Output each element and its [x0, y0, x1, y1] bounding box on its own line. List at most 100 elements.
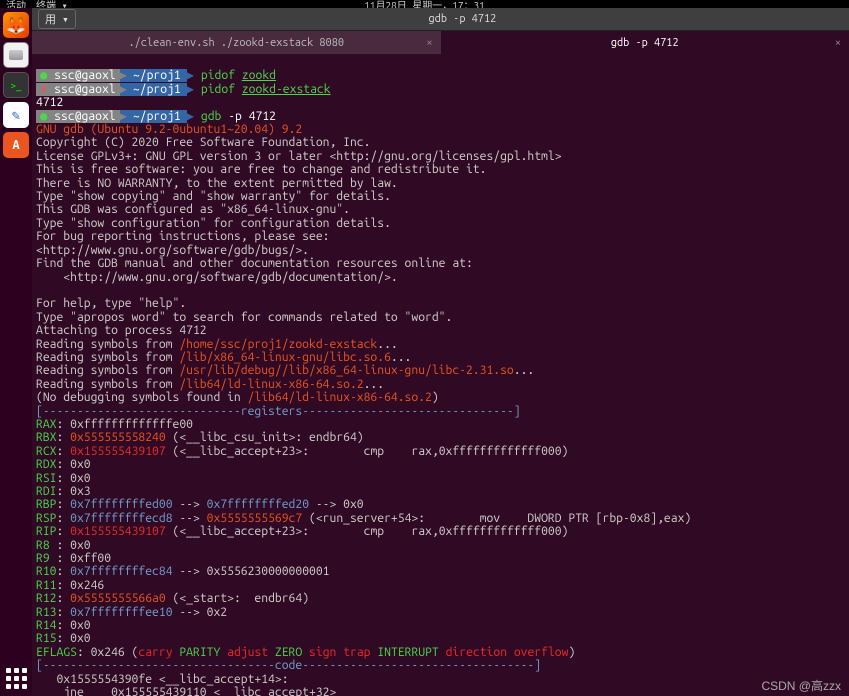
reg-value: : 0xfffffffffffffe00 [56, 418, 193, 431]
symbol-path: /lib64/ld-linux-x86-64.so.2 [248, 391, 432, 404]
prompt-user: ssc@gaoxl [54, 110, 115, 123]
section-header-code: [----------------------------------code-… [36, 659, 541, 672]
reg-tail: (<__libc_accept+23>: cmp rax,0xfffffffff… [166, 525, 569, 538]
reg-name: R13 [36, 606, 56, 619]
symbol-path: /lib/x86_64-linux-gnu/libc.so.6 [179, 351, 391, 364]
gdb-output: (No debugging symbols found in [36, 391, 248, 404]
ubuntu-dock: 🦊 >_ ✎ A [0, 8, 32, 696]
prompt-path: ~/proj1 [127, 69, 187, 82]
terminal-content[interactable]: ● ssc@gaoxl▶~/proj1▶ pidof zookd ✗ ssc@g… [32, 54, 849, 696]
reg-name: RBX [36, 431, 56, 444]
gdb-output: Type "apropos word" to search for comman… [36, 311, 452, 324]
reg-tail: --> 0x5556230000000001 [173, 565, 330, 578]
reg-name: EFLAGS [36, 646, 77, 659]
reg-value: : 0x246 [56, 579, 104, 592]
gdb-output: Type "show configuration" for configurat… [36, 217, 391, 230]
terminal-tab-1[interactable]: ./clean-env.sh ./zookd-exstack 8080 × [32, 30, 441, 54]
gdb-output: <http://www.gnu.org/software/gdb/bugs/>. [36, 244, 309, 257]
symbol-path: /lib64/ld-linux-x86-64.so.2 [179, 378, 363, 391]
command: pidof [201, 83, 235, 96]
reg-name: R10 [36, 565, 56, 578]
reg-name: RCX [36, 445, 56, 458]
files-icon[interactable] [3, 42, 29, 68]
reg-name: RBP [36, 498, 56, 511]
watermark: CSDN @高zzx [761, 677, 841, 694]
gdb-output: This GDB was configured as "x86_64-linux… [36, 203, 350, 216]
gdb-output: Attaching to process 4712 [36, 324, 207, 337]
window-title-bar: 用 ▾ gdb -p 4712 [32, 8, 849, 30]
gdb-output: Copyright (C) 2020 Free Software Foundat… [36, 136, 370, 149]
reg-name: RAX [36, 418, 56, 431]
reg-name: RIP [36, 525, 56, 538]
reg-tail: (<__libc_csu_init>: endbr64) [166, 431, 364, 444]
reg-addr: 0x7ffffffffed20 [207, 498, 309, 511]
firefox-icon[interactable]: 🦊 [3, 12, 29, 38]
terminal-tab-2[interactable]: gdb -p 4712 × [441, 30, 849, 54]
reg-addr: 0x7ffffffffee10 [70, 606, 172, 619]
gdb-output: Reading symbols from [36, 364, 179, 377]
symbol-path: /usr/lib/debug//lib/x86_64-linux-gnu/lib… [179, 364, 513, 377]
reg-name: RDX [36, 458, 56, 471]
terminal-icon[interactable]: >_ [3, 72, 29, 98]
reg-addr: 0x5555555566a0 [70, 592, 166, 605]
prompt-user: ssc@gaoxl [54, 69, 115, 82]
terminal-window: 用 ▾ gdb -p 4712 ./clean-env.sh ./zookd-e… [32, 8, 849, 696]
command: gdb [201, 110, 221, 123]
gdb-output: Reading symbols from [36, 351, 179, 364]
new-tab-button[interactable]: 用 ▾ [38, 9, 76, 29]
gdb-output: <http://www.gnu.org/software/gdb/documen… [36, 271, 398, 284]
reg-addr: 0x155555439107 [70, 445, 166, 458]
window-title: gdb -p 4712 [82, 13, 843, 25]
reg-tail: (<run_server+54>: mov DWORD PTR [rbp-0x8… [302, 512, 691, 525]
command: pidof [201, 69, 235, 82]
software-store-icon[interactable]: A [3, 132, 29, 158]
reg-addr: 0x555555558240 [70, 431, 166, 444]
reg-value: : 0x0 [56, 472, 90, 485]
gdb-output: There is NO WARRANTY, to the extent perm… [36, 177, 398, 190]
gdb-banner: GNU gdb (Ubuntu 9.2-0ubuntu1~20.04) 9.2 [36, 123, 302, 136]
prompt-path: ~/proj1 [127, 83, 187, 96]
reg-name: R9 [36, 552, 50, 565]
reg-value: : 0x246 ( [77, 646, 138, 659]
reg-tail: (<__libc_accept+23>: cmp rax,0xfffffffff… [166, 445, 569, 458]
reg-value: : 0x0 [56, 619, 90, 632]
reg-name: R11 [36, 579, 56, 592]
command-arg: zookd [242, 69, 276, 82]
gdb-output: License GPLv3+: GNU GPL version 3 or lat… [36, 150, 562, 163]
reg-name: RSP [36, 512, 56, 525]
reg-value: : 0x0 [56, 632, 90, 645]
terminal-tab-bar: ./clean-env.sh ./zookd-exstack 8080 × gd… [32, 30, 849, 54]
gdb-output: Find the GDB manual and other documentat… [36, 257, 473, 270]
section-header-registers: [-----------------------------registers-… [36, 405, 521, 418]
close-icon[interactable]: × [835, 37, 841, 49]
reg-value: : 0x0 [56, 539, 90, 552]
gdb-output: For help, type "help". [36, 297, 186, 310]
reg-name: RDI [36, 485, 56, 498]
reg-name: R14 [36, 619, 56, 632]
reg-value: : 0x3 [56, 485, 90, 498]
gdb-output: Reading symbols from [36, 378, 179, 391]
reg-name: RSI [36, 472, 56, 485]
reg-name: R8 [36, 539, 50, 552]
gdb-output: For bug reporting instructions, please s… [36, 230, 329, 243]
close-icon[interactable]: × [426, 37, 432, 49]
prompt-user: ssc@gaoxl [54, 83, 115, 96]
reg-addr: 0x155555439107 [70, 525, 166, 538]
reg-tail: --> 0x0 [309, 498, 364, 511]
command-arg: -p 4712 [228, 110, 276, 123]
reg-tail: --> 0x2 [173, 606, 228, 619]
reg-name: R15 [36, 632, 56, 645]
reg-tail: (<_start>: endbr64) [166, 592, 309, 605]
show-apps-icon[interactable] [4, 666, 28, 690]
reg-addr: 0x7ffffffffed00 [70, 498, 172, 511]
reg-addr: 0x5555555569c7 [207, 512, 303, 525]
command-arg: zookd-exstack [242, 83, 331, 96]
reg-addr: 0x7ffffffffec84 [70, 565, 172, 578]
tab-label: ./clean-env.sh ./zookd-exstack 8080 [128, 37, 344, 49]
prompt-path: ~/proj1 [127, 110, 187, 123]
text-editor-icon[interactable]: ✎ [3, 102, 29, 128]
reg-addr: 0x7ffffffffecd8 [70, 512, 172, 525]
disasm-line: jne 0x155555439110 <__libc_accept+32> [36, 686, 336, 696]
command-output: 4712 [36, 96, 63, 109]
gdb-output: Type "show copying" and "show warranty" … [36, 190, 391, 203]
